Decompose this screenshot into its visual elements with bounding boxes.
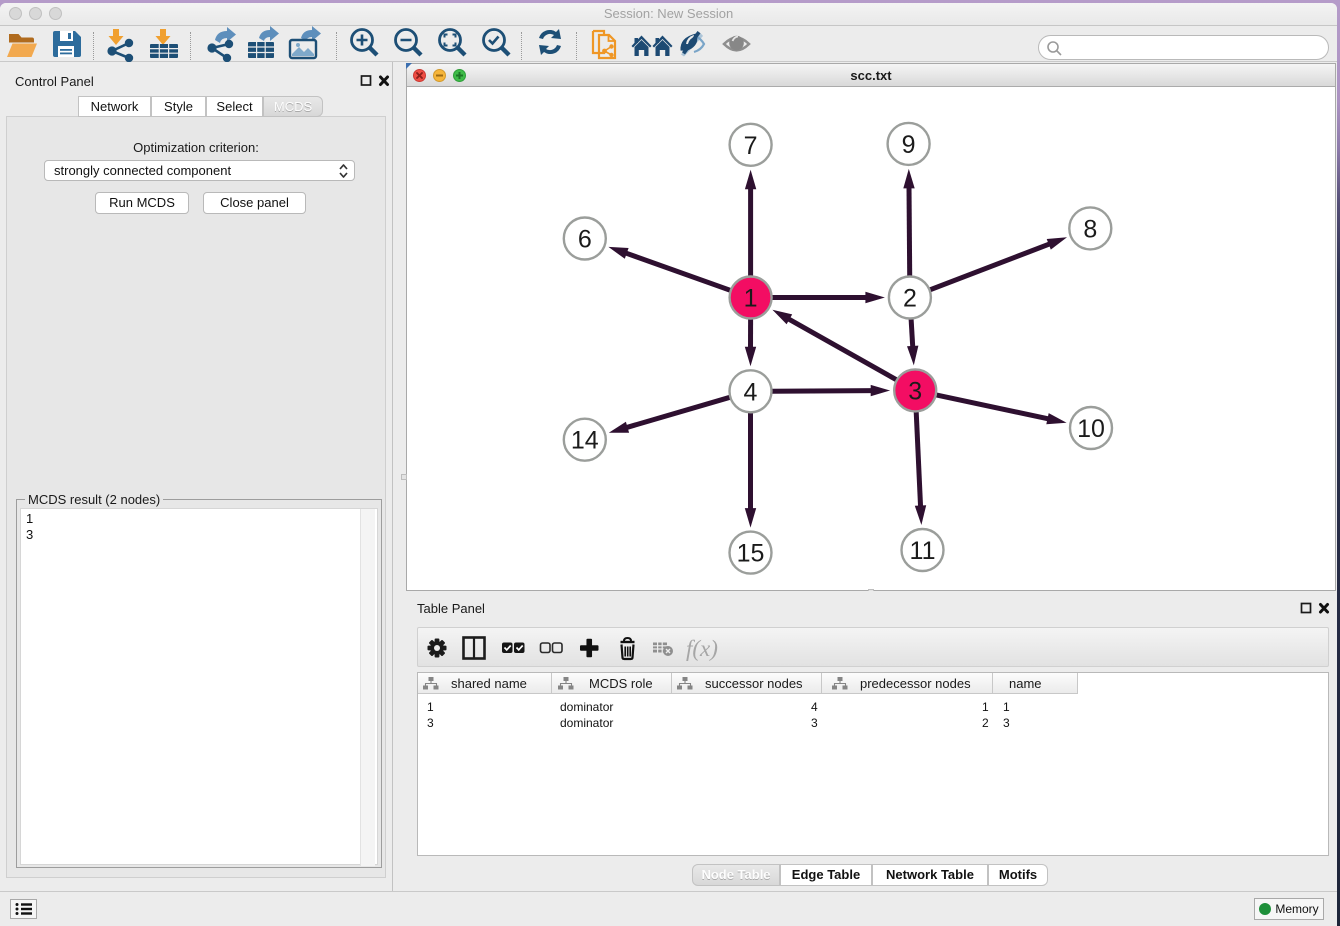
svg-text:f(x): f(x): [686, 636, 718, 661]
svg-text:1: 1: [744, 285, 758, 313]
svg-text:4: 4: [744, 378, 758, 406]
svg-text:15: 15: [737, 540, 765, 568]
svg-text:2: 2: [903, 285, 917, 313]
svg-text:7: 7: [744, 132, 758, 160]
svg-text:11: 11: [910, 537, 936, 565]
svg-text:3: 3: [908, 377, 922, 405]
svg-text:8: 8: [1083, 215, 1097, 243]
svg-text:14: 14: [571, 427, 599, 455]
svg-text:9: 9: [902, 131, 916, 159]
svg-text:6: 6: [578, 226, 592, 254]
svg-text:10: 10: [1077, 415, 1105, 443]
